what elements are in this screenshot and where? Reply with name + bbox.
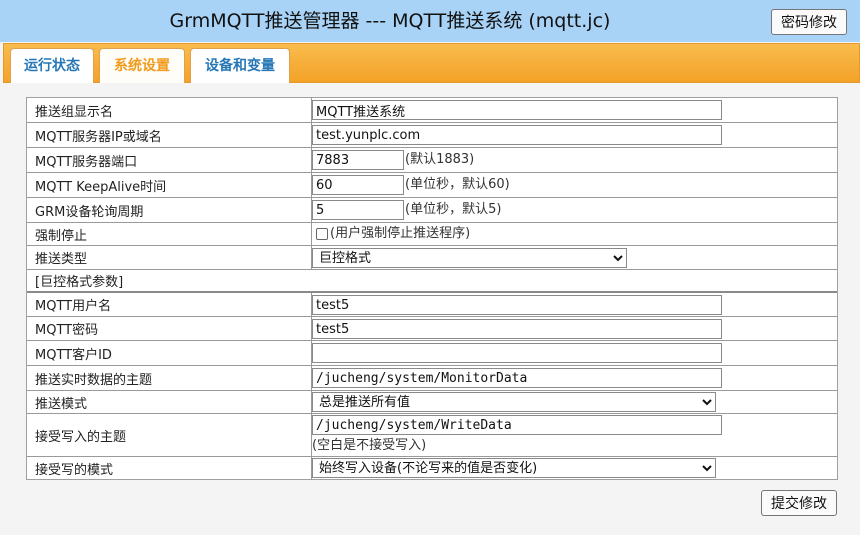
push-type-select[interactable]: 巨控格式 — [312, 248, 627, 268]
push-mode-label: 推送模式 — [27, 391, 312, 413]
password-label: MQTT密码 — [27, 317, 312, 340]
tab-run-status[interactable]: 运行状态 — [10, 48, 94, 83]
tab-devices-variables[interactable]: 设备和变量 — [190, 48, 290, 83]
keepalive-label: MQTT KeepAlive时间 — [27, 173, 312, 197]
form-row-server: MQTT服务器IP或域名 — [27, 123, 837, 148]
form-row-username: MQTT用户名 — [27, 293, 837, 317]
poll-input[interactable] — [312, 200, 404, 220]
group-name-input[interactable] — [312, 100, 722, 120]
tab-system-settings[interactable]: 系统设置 — [99, 48, 185, 83]
section-title: [巨控格式参数] — [35, 275, 124, 290]
client-id-label: MQTT客户ID — [27, 341, 312, 365]
server-input[interactable] — [312, 125, 722, 145]
tab-bar: 运行状态 系统设置 设备和变量 — [3, 43, 860, 83]
port-input[interactable] — [312, 150, 404, 170]
password-input[interactable] — [312, 319, 722, 339]
write-topic-hint: (空白是不接受写入) — [312, 438, 427, 453]
form-row-group-name: 推送组显示名 — [27, 98, 837, 123]
force-stop-label: 强制停止 — [27, 223, 312, 245]
force-stop-checkbox[interactable] — [316, 228, 328, 240]
poll-hint: (单位秒，默认5) — [405, 202, 502, 217]
push-type-label: 推送类型 — [27, 246, 312, 269]
write-topic-label: 接受写入的主题 — [27, 414, 312, 456]
submit-button[interactable]: 提交修改 — [761, 490, 837, 516]
app-header: GrmMQTT推送管理器 --- MQTT推送系统 (mqtt.jc) 密码修改 — [0, 0, 860, 42]
form-row-password: MQTT密码 — [27, 317, 837, 341]
form-row-port: MQTT服务器端口 (默认1883) — [27, 148, 837, 173]
form-row-force-stop: 强制停止 (用户强制停止推送程序) — [27, 223, 837, 246]
form-row-poll: GRM设备轮询周期 (单位秒，默认5) — [27, 198, 837, 223]
username-input[interactable] — [312, 295, 722, 315]
keepalive-input[interactable] — [312, 175, 404, 195]
change-password-button[interactable]: 密码修改 — [771, 9, 847, 35]
port-hint: (默认1883) — [405, 152, 475, 167]
form-row-write-topic: 接受写入的主题 (空白是不接受写入) — [27, 414, 837, 457]
client-id-input[interactable] — [312, 343, 722, 363]
settings-form: 推送组显示名 MQTT服务器IP或域名 MQTT服务器端口 (默认1883) M… — [26, 97, 838, 480]
form-row-client-id: MQTT客户ID — [27, 341, 837, 366]
poll-label: GRM设备轮询周期 — [27, 198, 312, 222]
form-row-keepalive: MQTT KeepAlive时间 (单位秒，默认60) — [27, 173, 837, 198]
form-row-push-type: 推送类型 巨控格式 — [27, 246, 837, 270]
form-row-write-mode: 接受写的模式 始终写入设备(不论写来的值是否变化) — [27, 457, 837, 480]
write-mode-label: 接受写的模式 — [27, 457, 312, 480]
server-label: MQTT服务器IP或域名 — [27, 123, 312, 147]
push-mode-select[interactable]: 总是推送所有值 — [312, 392, 716, 412]
write-mode-select[interactable]: 始终写入设备(不论写来的值是否变化) — [312, 458, 716, 478]
port-label: MQTT服务器端口 — [27, 148, 312, 172]
form-row-realtime-topic: 推送实时数据的主题 — [27, 366, 837, 391]
force-stop-hint: (用户强制停止推送程序) — [330, 226, 471, 241]
keepalive-hint: (单位秒，默认60) — [405, 177, 510, 192]
username-label: MQTT用户名 — [27, 293, 312, 316]
realtime-topic-label: 推送实时数据的主题 — [27, 366, 312, 390]
form-row-push-mode: 推送模式 总是推送所有值 — [27, 391, 837, 414]
group-name-label: 推送组显示名 — [27, 98, 312, 122]
write-topic-input[interactable] — [312, 415, 722, 435]
page-title: GrmMQTT推送管理器 --- MQTT推送系统 (mqtt.jc) — [169, 10, 611, 32]
realtime-topic-input[interactable] — [312, 368, 722, 388]
form-section-jucheng: [巨控格式参数] — [27, 270, 837, 293]
